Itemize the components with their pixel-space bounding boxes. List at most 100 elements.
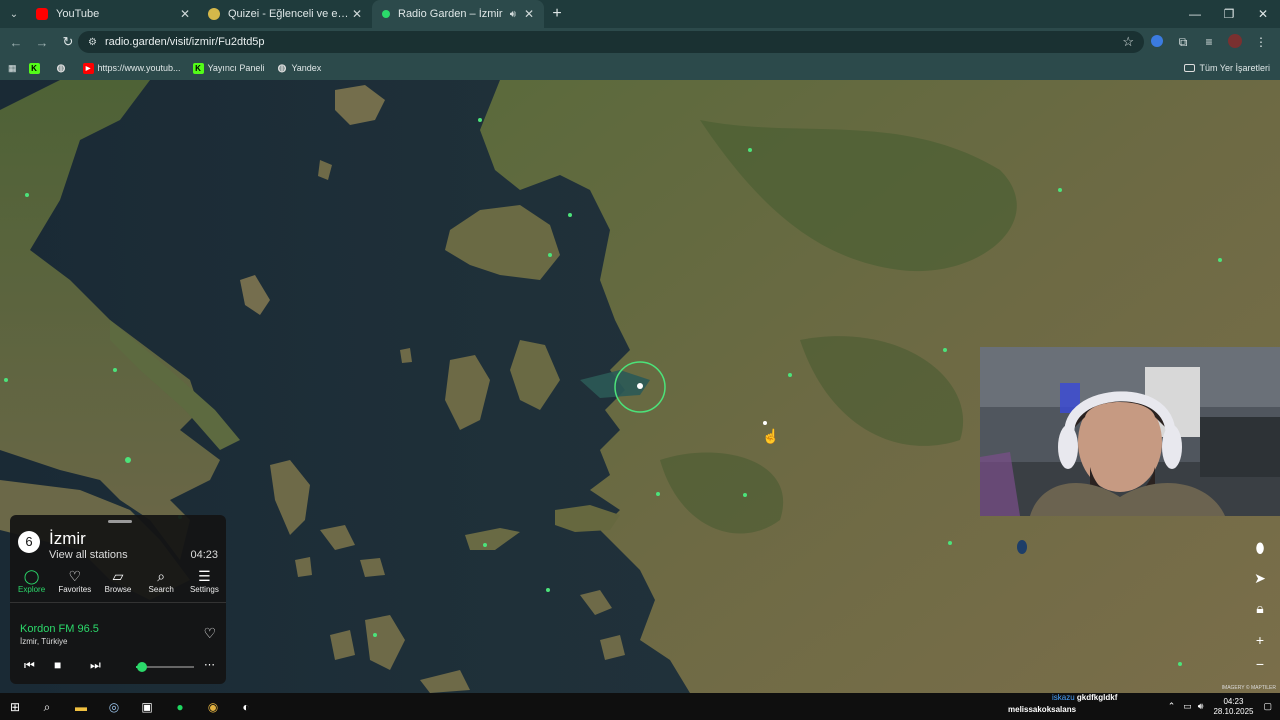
close-icon[interactable]: ✕ — [178, 7, 192, 21]
apps-grid-icon[interactable]: ▦ — [8, 63, 17, 74]
view-all-stations-link[interactable]: View all stations — [49, 549, 128, 561]
bookmark-label: Yandex — [291, 63, 322, 73]
youtube-icon: ▶ — [82, 62, 94, 74]
clock-date: 28.10.2025 — [1213, 706, 1254, 716]
chat-username: melissakoksalans — [1008, 705, 1077, 714]
quizei-icon — [208, 8, 220, 20]
bookmark-star-icon[interactable]: ☆ — [1122, 34, 1134, 50]
radio-garden-icon — [382, 10, 390, 18]
search-icon[interactable]: ⌕ — [38, 698, 56, 716]
radio-garden-panel: 6 İzmir View all stations 04:23 ◯ Explor… — [10, 515, 226, 684]
close-window-button[interactable]: ✕ — [1246, 0, 1280, 28]
reload-button[interactable]: ↻ — [56, 34, 80, 50]
tab-radio-garden[interactable]: Radio Garden – İzmir 🔊︎ ✕ — [372, 0, 544, 28]
nav-favorites[interactable]: ♡ Favorites — [53, 567, 96, 602]
zoom-in-button[interactable]: + — [1250, 630, 1270, 650]
favorite-heart-icon[interactable]: ♡ — [203, 625, 216, 642]
globe-icon: ◍ — [277, 62, 287, 74]
chios-island — [445, 355, 490, 430]
extension-icon[interactable] — [1144, 34, 1170, 50]
city-name: İzmir — [49, 529, 86, 548]
volume-icon[interactable]: 🔊︎ — [1198, 701, 1204, 712]
nav-label: Browse — [104, 585, 132, 594]
lesbos-island — [445, 205, 560, 280]
spotify-icon[interactable]: ● — [171, 698, 189, 716]
bookmarks-bar: ▦ K ◍ ▶ https://www.youtub... K Yayıncı … — [0, 56, 1280, 80]
folder-icon — [1184, 64, 1196, 72]
store-icon[interactable]: ▣ — [138, 698, 156, 716]
system-tray: ⌃ ▭ 🔊︎ 04:23 28.10.2025 ▢ — [1168, 693, 1272, 720]
restore-button[interactable]: ❐ — [1212, 0, 1246, 28]
windows-taskbar: ⊞ ⌕ ▬ ◎ ▣ ● ◉ ◐ iskazu gkdfkgldkf meliss… — [0, 693, 1280, 720]
extensions-puzzle-icon[interactable]: ⧉ — [1170, 35, 1196, 50]
speaker-icon[interactable]: 🔊︎ — [510, 9, 516, 20]
browser-toolbar: ← → ↻ ⚙ radio.garden/visit/izmir/Fu2dtd5… — [0, 28, 1280, 56]
obs-icon[interactable]: ◐ — [237, 698, 255, 716]
tab-title: YouTube — [56, 8, 100, 20]
explore-icon: ◯ — [23, 568, 40, 584]
close-icon[interactable]: ✕ — [522, 7, 536, 21]
nav-settings[interactable]: ☰ Settings — [183, 567, 226, 602]
new-tab-button[interactable]: + — [544, 5, 570, 23]
file-explorer-icon[interactable]: ▬ — [72, 698, 90, 716]
bookmark-label: https://www.youtub... — [97, 63, 181, 73]
panel-drag-handle[interactable] — [108, 520, 132, 523]
globe-icon: ◍ — [56, 62, 66, 74]
next-icon[interactable]: ⏭ — [90, 658, 101, 673]
minimize-button[interactable]: — — [1178, 0, 1212, 28]
lock-icon[interactable]: 🔒︎ — [1250, 598, 1270, 618]
local-time: 04:23 — [190, 549, 218, 561]
nav-search[interactable]: ⌕ Search — [140, 567, 183, 602]
tab-youtube[interactable]: YouTube ✕ — [28, 0, 200, 28]
back-button[interactable]: ← — [4, 35, 28, 50]
player-controls: ⏮ ■ ⏭ ⋯ — [20, 658, 220, 676]
map-icon: ▱ — [112, 568, 124, 584]
forward-button[interactable]: → — [30, 35, 54, 50]
tab-search-button[interactable]: ⌄ — [0, 0, 28, 28]
navigate-icon[interactable]: ➤ — [1250, 568, 1270, 588]
youtube-icon — [36, 8, 48, 20]
tab-title: Quizei - Eğlenceli ve etkileşimli — [228, 8, 350, 20]
clock[interactable]: 04:23 28.10.2025 — [1213, 697, 1253, 717]
zoom-out-button[interactable]: − — [1250, 654, 1270, 674]
bookmark-youtube[interactable]: ▶ https://www.youtub... — [82, 62, 181, 74]
previous-icon[interactable]: ⏮ — [24, 658, 35, 673]
location-pin-icon[interactable]: ⬮ — [1250, 538, 1270, 558]
stream-chat-overlay: iskazu gkdfkgldkf melissakoksalans — [1008, 693, 1117, 714]
avatar[interactable] — [1222, 33, 1248, 51]
volume-slider[interactable] — [136, 662, 194, 672]
site-info-icon[interactable]: ⚙ — [88, 37, 97, 48]
now-playing-location: İzmir, Türkiye — [20, 637, 68, 646]
now-playing-station[interactable]: Kordon FM 96.5 — [20, 623, 99, 635]
tray-chevron-icon[interactable]: ⌃ — [1168, 701, 1176, 712]
notifications-icon[interactable]: ▢ — [1263, 701, 1272, 712]
media-control-icon[interactable]: ≡ — [1196, 35, 1222, 49]
toolbar-actions: ⧉ ≡ ⋮ — [1144, 28, 1274, 56]
bookmark-yandex[interactable]: ◍ Yandex — [276, 62, 322, 74]
bookmark-globe[interactable]: ◍ — [56, 63, 71, 74]
address-bar[interactable]: ⚙ radio.garden/visit/izmir/Fu2dtd5p ☆ — [78, 31, 1144, 53]
nav-explore[interactable]: ◯ Explore — [10, 567, 53, 602]
bookmark-kick[interactable]: K — [28, 62, 44, 74]
chat-message: gkdfkgldkf — [1076, 693, 1118, 702]
all-bookmarks[interactable]: Tüm Yer İşaretleri — [1184, 56, 1270, 80]
network-icon[interactable]: ▭ — [1183, 701, 1192, 712]
chat-username: iskazu — [1052, 693, 1075, 702]
close-icon[interactable]: ✕ — [350, 7, 364, 21]
tab-title: Radio Garden – İzmir — [398, 8, 503, 20]
chrome-icon[interactable]: ◉ — [204, 698, 222, 716]
search-icon: ⌕ — [157, 568, 166, 584]
volume-knob[interactable] — [136, 662, 147, 672]
tab-quizei[interactable]: Quizei - Eğlenceli ve etkileşimli ✕ — [200, 0, 372, 28]
nav-browse[interactable]: ▱ Browse — [96, 567, 139, 602]
stop-icon[interactable]: ■ — [54, 658, 61, 672]
url-text[interactable]: radio.garden/visit/izmir/Fu2dtd5p — [105, 36, 1122, 48]
nav-label: Settings — [189, 585, 219, 594]
steam-icon[interactable]: ◎ — [105, 698, 123, 716]
more-icon[interactable]: ⋯ — [204, 658, 215, 671]
hand-cursor-icon: ☝ — [762, 428, 780, 444]
more-menu-icon[interactable]: ⋮ — [1248, 35, 1274, 49]
windows-start-icon[interactable]: ⊞ — [6, 698, 24, 716]
bookmark-yayinci-paneli[interactable]: K Yayıncı Paneli — [192, 62, 264, 74]
city-header[interactable]: 6 İzmir View all stations 04:23 — [18, 529, 218, 563]
